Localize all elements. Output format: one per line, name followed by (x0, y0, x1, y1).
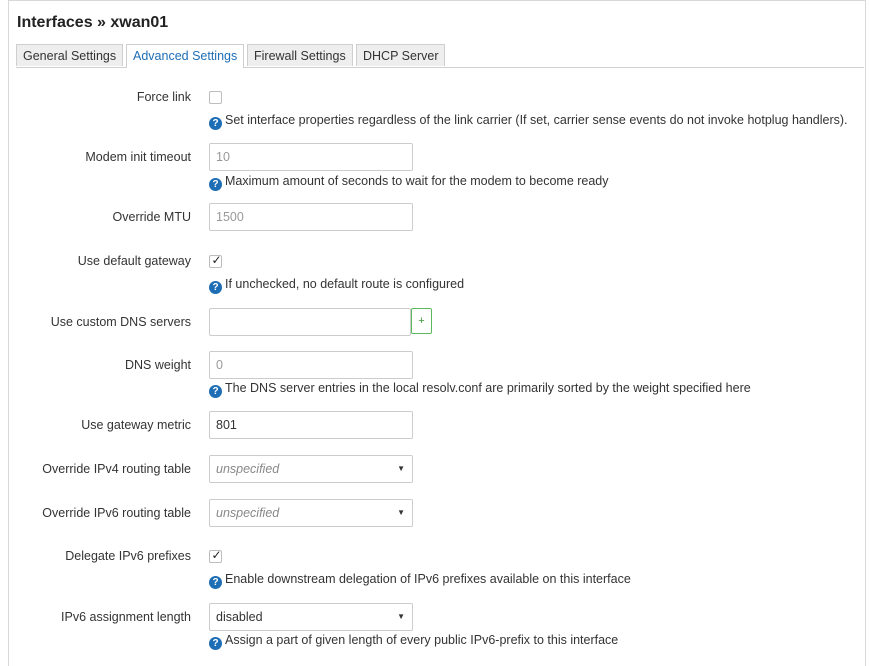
force-link-help-text: Set interface properties regardless of t… (225, 113, 848, 127)
page-title: Interfaces » xwan01 (17, 14, 169, 31)
tab-advanced-settings[interactable]: Advanced Settings (126, 44, 245, 68)
question-circle-icon: ? (209, 281, 222, 294)
custom-dns-label: Use custom DNS servers (50, 315, 191, 329)
use-default-gateway-checkbox[interactable]: ✓ (209, 253, 222, 268)
tab-general-settings[interactable]: General Settings (16, 44, 124, 66)
dns-weight-help-text: The DNS server entries in the local reso… (225, 381, 751, 395)
dns-weight-help: ? The DNS server entries in the local res… (209, 381, 751, 398)
add-dns-server-button[interactable]: + (411, 308, 432, 334)
ipv4-routing-table-value: unspecified (216, 462, 280, 476)
checkmark-icon: ✓ (211, 253, 222, 267)
tab-dhcp-server[interactable]: DHCP Server (356, 44, 446, 66)
ipv6-routing-table-label: Override IPv6 routing table (42, 506, 191, 520)
ipv6-assignment-length-value: disabled (216, 610, 263, 624)
question-circle-icon: ? (209, 637, 222, 650)
gateway-metric-input[interactable] (209, 411, 413, 439)
force-link-label: Force link (136, 90, 191, 104)
gateway-metric-label: Use gateway metric (81, 418, 191, 432)
delegate-ipv6-help: ? Enable downstream delegation of IPv6 pr… (209, 572, 631, 589)
override-mtu-label: Override MTU (112, 210, 191, 224)
force-link-checkbox[interactable] (209, 91, 222, 104)
checkmark-icon: ✓ (211, 548, 222, 562)
modem-init-timeout-help-text: Maximum amount of seconds to wait for th… (225, 174, 609, 188)
dns-weight-input[interactable] (209, 351, 413, 379)
ipv6-routing-table-select[interactable]: unspecified ▼ (209, 499, 413, 527)
modem-init-timeout-input[interactable] (209, 143, 413, 171)
question-circle-icon: ? (209, 117, 222, 130)
dns-weight-label: DNS weight (125, 358, 191, 372)
use-default-gateway-label: Use default gateway (77, 254, 191, 268)
delegate-ipv6-label: Delegate IPv6 prefixes (65, 549, 191, 563)
ipv6-routing-table-value: unspecified (216, 506, 280, 520)
tab-bar: General Settings Advanced Settings Firew… (16, 44, 864, 68)
override-mtu-input[interactable] (209, 203, 413, 231)
ipv6-assignment-length-select[interactable]: disabled ▼ (209, 603, 413, 631)
ipv6-assignment-length-help-text: Assign a part of given length of every p… (225, 633, 619, 647)
ipv4-routing-table-label: Override IPv4 routing table (42, 462, 191, 476)
delegate-ipv6-help-text: Enable downstream delegation of IPv6 pre… (225, 572, 631, 586)
ipv4-routing-table-select[interactable]: unspecified ▼ (209, 455, 413, 483)
caret-down-icon: ▼ (397, 508, 405, 517)
use-default-gateway-help-text: If unchecked, no default route is config… (225, 277, 465, 291)
question-circle-icon: ? (209, 576, 222, 589)
question-circle-icon: ? (209, 178, 222, 191)
delegate-ipv6-checkbox[interactable]: ✓ (209, 548, 222, 563)
force-link-help: ? Set interface properties regardless of … (209, 113, 848, 130)
caret-down-icon: ▼ (397, 612, 405, 621)
tab-firewall-settings[interactable]: Firewall Settings (247, 44, 353, 66)
question-circle-icon: ? (209, 385, 222, 398)
ipv6-assignment-length-help: ? Assign a part of given length of every … (209, 633, 618, 650)
ipv6-assignment-length-label: IPv6 assignment length (61, 610, 191, 624)
modem-init-timeout-label: Modem init timeout (85, 150, 191, 164)
custom-dns-input[interactable] (209, 308, 411, 336)
use-default-gateway-help: ? If unchecked, no default route is confi… (209, 277, 464, 294)
plus-icon: + (418, 315, 425, 327)
modem-init-timeout-help: ? Maximum amount of seconds to wait for t… (209, 174, 609, 191)
caret-down-icon: ▼ (397, 464, 405, 473)
